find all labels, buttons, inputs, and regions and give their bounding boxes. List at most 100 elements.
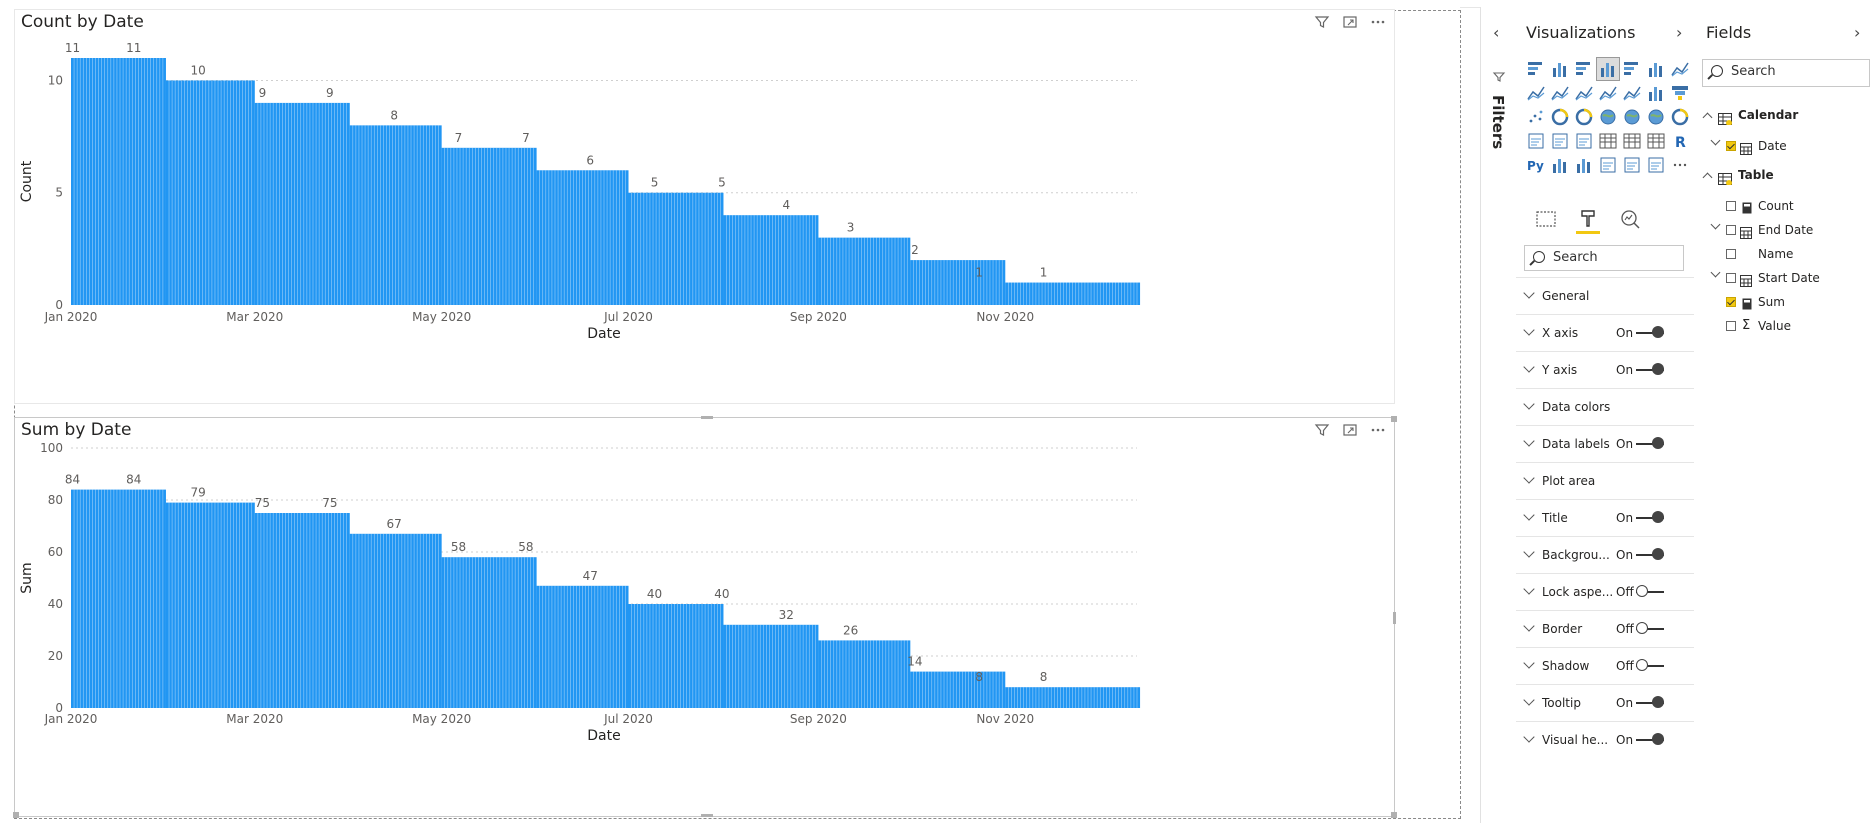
line-chart-icon[interactable]: [1668, 57, 1692, 81]
toggle-switch[interactable]: [1636, 326, 1664, 338]
format-section-row[interactable]: X axis On: [1516, 314, 1694, 351]
toggle-knob: [1636, 659, 1648, 671]
resize-handle-top[interactable]: [701, 416, 713, 419]
format-section-row[interactable]: Shadow Off: [1516, 647, 1694, 684]
toggle-switch[interactable]: [1636, 437, 1664, 449]
table-label[interactable]: Table: [1738, 168, 1774, 182]
name-checkbox[interactable]: [1726, 249, 1736, 259]
area-chart-icon[interactable]: [1524, 81, 1548, 105]
clustered-bar-icon[interactable]: [1572, 57, 1596, 81]
expand-calendar-icon[interactable]: [1702, 112, 1713, 123]
format-tab-icon[interactable]: [1576, 207, 1600, 234]
stacked-area-icon[interactable]: [1548, 81, 1572, 105]
100-column-icon[interactable]: [1644, 57, 1668, 81]
card-icon[interactable]: [1524, 129, 1548, 153]
format-section-row[interactable]: Plot area: [1516, 462, 1694, 499]
field-date[interactable]: Date: [1758, 139, 1787, 153]
toggle-switch[interactable]: [1636, 585, 1664, 597]
format-section-row[interactable]: Title On: [1516, 499, 1694, 536]
field-count[interactable]: Count: [1758, 199, 1794, 213]
collapse-fields-icon[interactable]: ›: [1854, 23, 1860, 42]
expand-start-date-icon[interactable]: [1710, 267, 1721, 278]
toggle-switch[interactable]: [1636, 659, 1664, 671]
waterfall-icon[interactable]: [1644, 81, 1668, 105]
more-visuals-icon[interactable]: [1668, 153, 1692, 177]
format-section-row[interactable]: Data colors: [1516, 388, 1694, 425]
field-value[interactable]: Value: [1758, 319, 1791, 333]
toggle-switch[interactable]: [1636, 696, 1664, 708]
x-tick-label: May 2020: [412, 310, 471, 324]
resize-handle-right[interactable]: [1393, 612, 1396, 624]
collapse-right-icon[interactable]: ›: [1676, 23, 1682, 42]
resize-handle-corner-bl[interactable]: [13, 812, 19, 818]
expand-table-icon[interactable]: [1702, 172, 1713, 183]
table-icon[interactable]: [1620, 129, 1644, 153]
start-date-checkbox[interactable]: [1726, 273, 1736, 283]
format-section-row[interactable]: General: [1516, 277, 1694, 314]
funnel-icon[interactable]: [1668, 81, 1692, 105]
value-checkbox[interactable]: [1726, 321, 1736, 331]
slicer-icon[interactable]: [1596, 129, 1620, 153]
expand-end-date-icon[interactable]: [1710, 219, 1721, 230]
line-clustered-column-icon[interactable]: [1596, 81, 1620, 105]
toggle-switch[interactable]: [1636, 733, 1664, 745]
pie-icon[interactable]: [1548, 105, 1572, 129]
field-sum[interactable]: Sum: [1758, 295, 1785, 309]
format-section-row[interactable]: Border Off: [1516, 610, 1694, 647]
clustered-column-icon[interactable]: [1596, 57, 1620, 81]
format-section-row[interactable]: Lock aspe... Off: [1516, 573, 1694, 610]
filters-label[interactable]: Filters: [1489, 95, 1507, 149]
fields-search-input[interactable]: Search: [1702, 59, 1870, 87]
count-checkbox[interactable]: [1726, 201, 1736, 211]
map-icon[interactable]: [1620, 105, 1644, 129]
ribbon-chart-icon[interactable]: [1620, 81, 1644, 105]
stacked-bar-icon[interactable]: [1524, 57, 1548, 81]
resize-handle-corner-tr[interactable]: [1391, 416, 1397, 422]
filled-map-icon[interactable]: [1644, 105, 1668, 129]
field-name[interactable]: Name: [1758, 247, 1793, 261]
scatter-icon[interactable]: [1524, 105, 1548, 129]
format-section-row[interactable]: Visual he... On: [1516, 721, 1694, 758]
date-checkbox[interactable]: [1726, 141, 1736, 151]
matrix-icon[interactable]: [1644, 129, 1668, 153]
stacked-column-icon[interactable]: [1548, 57, 1572, 81]
format-section-row[interactable]: Backgrou... On: [1516, 536, 1694, 573]
donut-icon[interactable]: [1572, 105, 1596, 129]
format-section-row[interactable]: Data labels On: [1516, 425, 1694, 462]
format-section-row[interactable]: Y axis On: [1516, 351, 1694, 388]
qna-icon[interactable]: [1596, 153, 1620, 177]
multirow-card-icon[interactable]: [1548, 129, 1572, 153]
paginated-report-icon[interactable]: [1644, 153, 1668, 177]
gauge-icon[interactable]: [1668, 105, 1692, 129]
line-column-icon[interactable]: [1572, 81, 1596, 105]
fields-tab-icon[interactable]: [1534, 207, 1558, 231]
r-visual-icon[interactable]: R: [1668, 129, 1692, 153]
expand-date-icon[interactable]: [1710, 135, 1721, 146]
smart-narrative-icon[interactable]: [1620, 153, 1644, 177]
toggle-switch[interactable]: [1636, 622, 1664, 634]
kpi-icon[interactable]: [1572, 129, 1596, 153]
resize-handle-corner-br[interactable]: [1391, 812, 1397, 818]
collapse-left-icon[interactable]: ‹: [1493, 23, 1499, 42]
resize-handle-bottom[interactable]: [701, 814, 713, 817]
sum-checkbox[interactable]: [1726, 297, 1736, 307]
analytics-tab-icon[interactable]: [1618, 207, 1642, 231]
count-by-date-visual[interactable]: Count by Date 0 5 10 11 11 10 9 9 8 7 7 6 5 5 4 3 2 1 1 Jan…: [14, 9, 1395, 404]
toggle-switch[interactable]: [1636, 363, 1664, 375]
toggle-switch[interactable]: [1636, 511, 1664, 523]
field-end-date[interactable]: End Date: [1758, 223, 1813, 237]
format-section-row[interactable]: Tooltip On: [1516, 684, 1694, 721]
data-label: 10: [190, 63, 205, 77]
toggle-switch[interactable]: [1636, 548, 1664, 560]
key-influencers-icon[interactable]: [1548, 153, 1572, 177]
100-bar-icon[interactable]: [1620, 57, 1644, 81]
calendar-table-label[interactable]: Calendar: [1738, 108, 1798, 122]
sum-by-date-visual[interactable]: Sum by Date 0 20 40 60 80 100 84 84 79 75 75 67 58 58…: [13, 416, 1397, 818]
decomposition-tree-icon[interactable]: [1572, 153, 1596, 177]
end-date-checkbox[interactable]: [1726, 225, 1736, 235]
treemap-icon[interactable]: [1596, 105, 1620, 129]
format-search-input[interactable]: Search: [1524, 245, 1684, 271]
filters-pane[interactable]: ‹ Filters: [1480, 7, 1518, 823]
field-start-date[interactable]: Start Date: [1758, 271, 1820, 285]
python-visual-icon[interactable]: Py: [1524, 153, 1548, 177]
